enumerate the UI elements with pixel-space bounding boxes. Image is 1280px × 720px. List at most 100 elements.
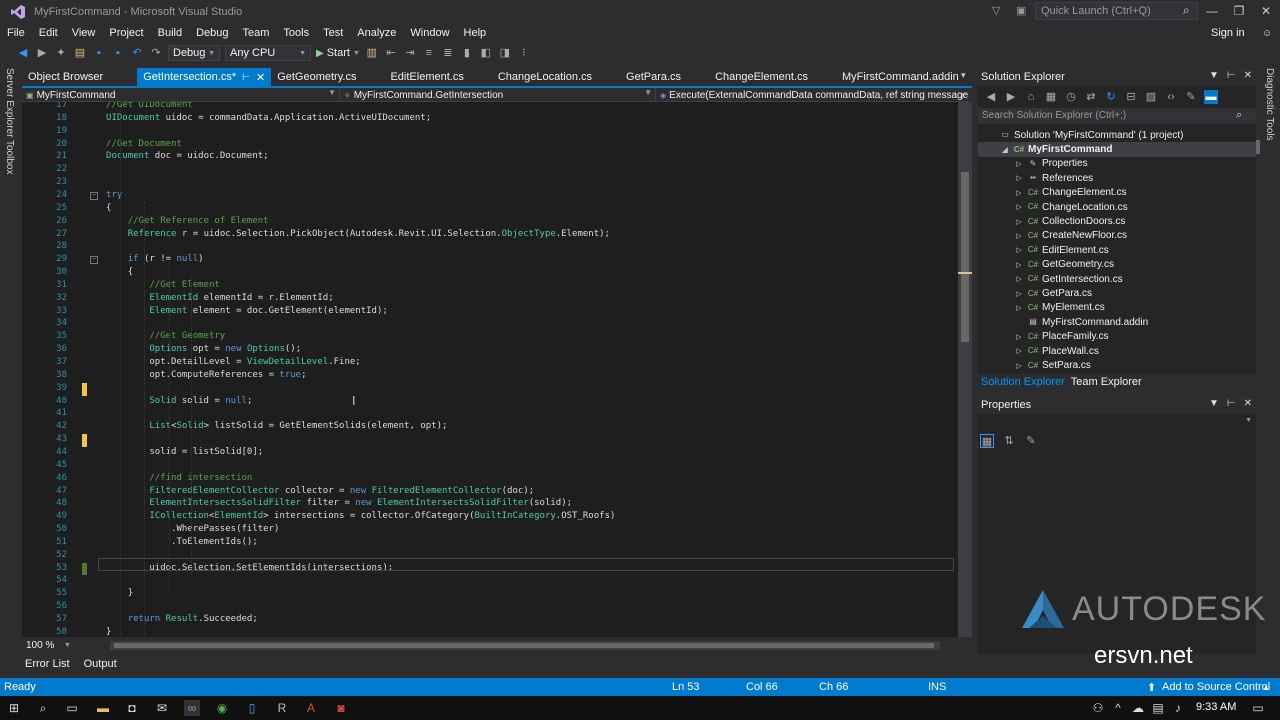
menu-analyze[interactable]: Analyze bbox=[350, 27, 403, 39]
minimize-button[interactable]: — bbox=[1200, 2, 1224, 20]
editor-vertical-scrollbar[interactable] bbox=[958, 102, 972, 637]
preview-selected-icon[interactable]: ▬ bbox=[1204, 90, 1218, 104]
expand-arrow-icon[interactable]: ▷ bbox=[1014, 232, 1024, 240]
search-icon[interactable]: ⌕ bbox=[1236, 109, 1242, 122]
expand-arrow-icon[interactable]: ▷ bbox=[1014, 189, 1024, 197]
forward-icon[interactable]: ▶ bbox=[1004, 90, 1018, 104]
properties-object-select[interactable]: ▼ bbox=[978, 416, 1256, 430]
expand-arrow-icon[interactable]: ▷ bbox=[1014, 246, 1024, 254]
chevron-up-icon[interactable]: ^ bbox=[1110, 700, 1126, 716]
tree-item[interactable]: ▷ C# MyElement.cs bbox=[978, 301, 1256, 315]
show-all-files-icon[interactable]: ▧ bbox=[1144, 90, 1158, 104]
save-all-icon[interactable]: ▪ bbox=[111, 46, 125, 60]
menu-test[interactable]: Test bbox=[316, 27, 350, 39]
tree-item[interactable]: ▭ Solution 'MyFirstCommand' (1 project) bbox=[978, 128, 1256, 142]
window-position-icon[interactable]: ▼ bbox=[1209, 70, 1219, 81]
close-button[interactable]: ✕ bbox=[1254, 2, 1278, 20]
revit-icon[interactable]: R bbox=[274, 700, 290, 716]
uncomment-icon[interactable]: ≣ bbox=[441, 46, 455, 60]
menu-tools[interactable]: Tools bbox=[276, 27, 316, 39]
tab-myfirstcommand-addin[interactable]: MyFirstCommand.addin bbox=[836, 68, 965, 86]
back-icon[interactable]: ◀ bbox=[984, 90, 998, 104]
autocad-icon[interactable]: A bbox=[303, 700, 319, 716]
toolbar-overflow-icon[interactable]: ⁝ bbox=[517, 46, 531, 60]
tree-item[interactable]: ▷ C# EditElement.cs bbox=[978, 243, 1256, 257]
sync-icon[interactable]: ⇄ bbox=[1084, 90, 1098, 104]
menu-edit[interactable]: Edit bbox=[32, 27, 65, 39]
switch-views-icon[interactable]: ▦ bbox=[1044, 90, 1058, 104]
align-left-icon[interactable]: ⇤ bbox=[384, 46, 398, 60]
team-explorer-tab[interactable]: Team Explorer bbox=[1068, 376, 1145, 388]
search-icon[interactable]: ⌕ bbox=[35, 700, 51, 716]
filter-icon[interactable]: ▽ bbox=[992, 4, 1000, 17]
tree-item[interactable]: ▷ C# PlaceFamily.cs bbox=[978, 330, 1256, 344]
tree-item[interactable]: ▷ C# GetGeometry.cs bbox=[978, 258, 1256, 272]
collapse-all-icon[interactable]: ⊟ bbox=[1124, 90, 1138, 104]
volume-icon[interactable]: ♪ bbox=[1170, 700, 1186, 716]
menu-debug[interactable]: Debug bbox=[189, 27, 235, 39]
account-icon[interactable]: ☺ bbox=[1262, 28, 1272, 39]
diagnostic-tools-tab[interactable]: Diagnostic Tools bbox=[1264, 68, 1275, 141]
recorder-icon[interactable]: ◙ bbox=[333, 700, 349, 716]
toolbox-tab[interactable]: Toolbox bbox=[4, 140, 15, 174]
split-window-icon[interactable]: ⊤ bbox=[959, 92, 966, 101]
pending-changes-icon[interactable]: ◷ bbox=[1064, 90, 1078, 104]
menu-build[interactable]: Build bbox=[151, 27, 189, 39]
forward-icon[interactable]: ▶ bbox=[35, 46, 49, 60]
menu-project[interactable]: Project bbox=[102, 27, 150, 39]
tab-getintersection[interactable]: GetIntersection.cs* ⊢ ✕ bbox=[137, 68, 272, 86]
menu-help[interactable]: Help bbox=[457, 27, 494, 39]
close-icon[interactable]: ✕ bbox=[1244, 398, 1252, 409]
back-icon[interactable]: ◀ bbox=[16, 46, 30, 60]
view-code-icon[interactable]: ‹› bbox=[1164, 90, 1178, 104]
tab-changeelement[interactable]: ChangeElement.cs bbox=[709, 68, 814, 86]
pin-icon[interactable]: ⊢ bbox=[1227, 398, 1236, 409]
code-editor[interactable]: 17 18 19 20 21 22 23 24 25 26 27 28 29 30 31 32 33 34 35 36… bbox=[22, 102, 958, 637]
output-tab[interactable]: Output bbox=[81, 658, 120, 670]
store-icon[interactable]: ◘ bbox=[124, 700, 140, 716]
solution-platform-select[interactable]: Any CPU ▼ bbox=[225, 45, 311, 61]
expand-arrow-icon[interactable]: ▷ bbox=[1014, 275, 1024, 283]
pin-icon[interactable]: ⊢ bbox=[242, 72, 250, 83]
expand-arrow-icon[interactable]: ▷ bbox=[1014, 333, 1024, 341]
member-dropdown[interactable]: ◈ Execute(ExternalCommandData commandDat… bbox=[656, 88, 968, 102]
prev-bookmark-icon[interactable]: ◧ bbox=[479, 46, 493, 60]
tree-item[interactable]: ▷ C# GetPara.cs bbox=[978, 286, 1256, 300]
mail-icon[interactable]: ✉ bbox=[154, 700, 170, 716]
windows-start-icon[interactable]: ⊞ bbox=[6, 700, 22, 716]
tab-object-browser[interactable]: Object Browser bbox=[22, 68, 109, 86]
redo-icon[interactable]: ↷ bbox=[149, 46, 163, 60]
expand-arrow-icon[interactable]: ▷ bbox=[1014, 304, 1024, 312]
maximize-button[interactable]: ❐ bbox=[1227, 2, 1251, 20]
solution-explorer-search-input[interactable]: Search Solution Explorer (Ctrl+;) bbox=[978, 108, 1256, 124]
sign-in-link[interactable]: Sign in bbox=[1211, 27, 1245, 39]
close-icon[interactable]: ✕ bbox=[1244, 70, 1252, 81]
properties-wrench-icon[interactable]: ✎ bbox=[1184, 90, 1198, 104]
tab-changelocation[interactable]: ChangeLocation.cs bbox=[492, 68, 598, 86]
project-dropdown[interactable]: ▣ MyFirstCommand ▼ bbox=[22, 88, 340, 102]
expand-arrow-icon[interactable]: ▷ bbox=[1014, 218, 1024, 226]
browser-link-icon[interactable]: ▥ bbox=[365, 46, 379, 60]
server-explorer-tab[interactable]: Server Explorer bbox=[4, 68, 15, 137]
network-icon[interactable]: ▤ bbox=[1150, 700, 1166, 716]
menu-view[interactable]: View bbox=[65, 27, 103, 39]
save-icon[interactable]: ▪ bbox=[92, 46, 106, 60]
notifications-icon[interactable]: ▭ bbox=[1250, 700, 1266, 716]
close-tab-icon[interactable]: ✕ bbox=[256, 71, 265, 84]
tab-getgeometry[interactable]: GetGeometry.cs bbox=[271, 68, 362, 86]
taskbar-clock[interactable]: 9:33 AM bbox=[1196, 701, 1236, 713]
cloud-icon[interactable]: ☁ bbox=[1130, 700, 1146, 716]
pin-icon[interactable]: ⊢ bbox=[1227, 70, 1236, 81]
tab-overflow-icon[interactable]: ▾ bbox=[961, 70, 966, 81]
error-list-tab[interactable]: Error List bbox=[22, 658, 73, 670]
scrollbar-thumb[interactable] bbox=[961, 172, 969, 342]
zoom-select[interactable]: 100 % bbox=[22, 639, 58, 653]
visual-studio-taskbar-icon[interactable]: ∞ bbox=[184, 700, 200, 716]
tree-item[interactable]: ▷ C# CreateNewFloor.cs bbox=[978, 229, 1256, 243]
open-file-icon[interactable]: ▤ bbox=[73, 46, 87, 60]
task-view-icon[interactable]: ▭ bbox=[64, 700, 80, 716]
notepad-icon[interactable]: ▯ bbox=[244, 700, 260, 716]
search-icon[interactable]: ⌕ bbox=[1183, 3, 1190, 18]
categorized-icon[interactable]: ▦ bbox=[980, 434, 994, 448]
file-explorer-icon[interactable]: ▬ bbox=[95, 700, 111, 716]
